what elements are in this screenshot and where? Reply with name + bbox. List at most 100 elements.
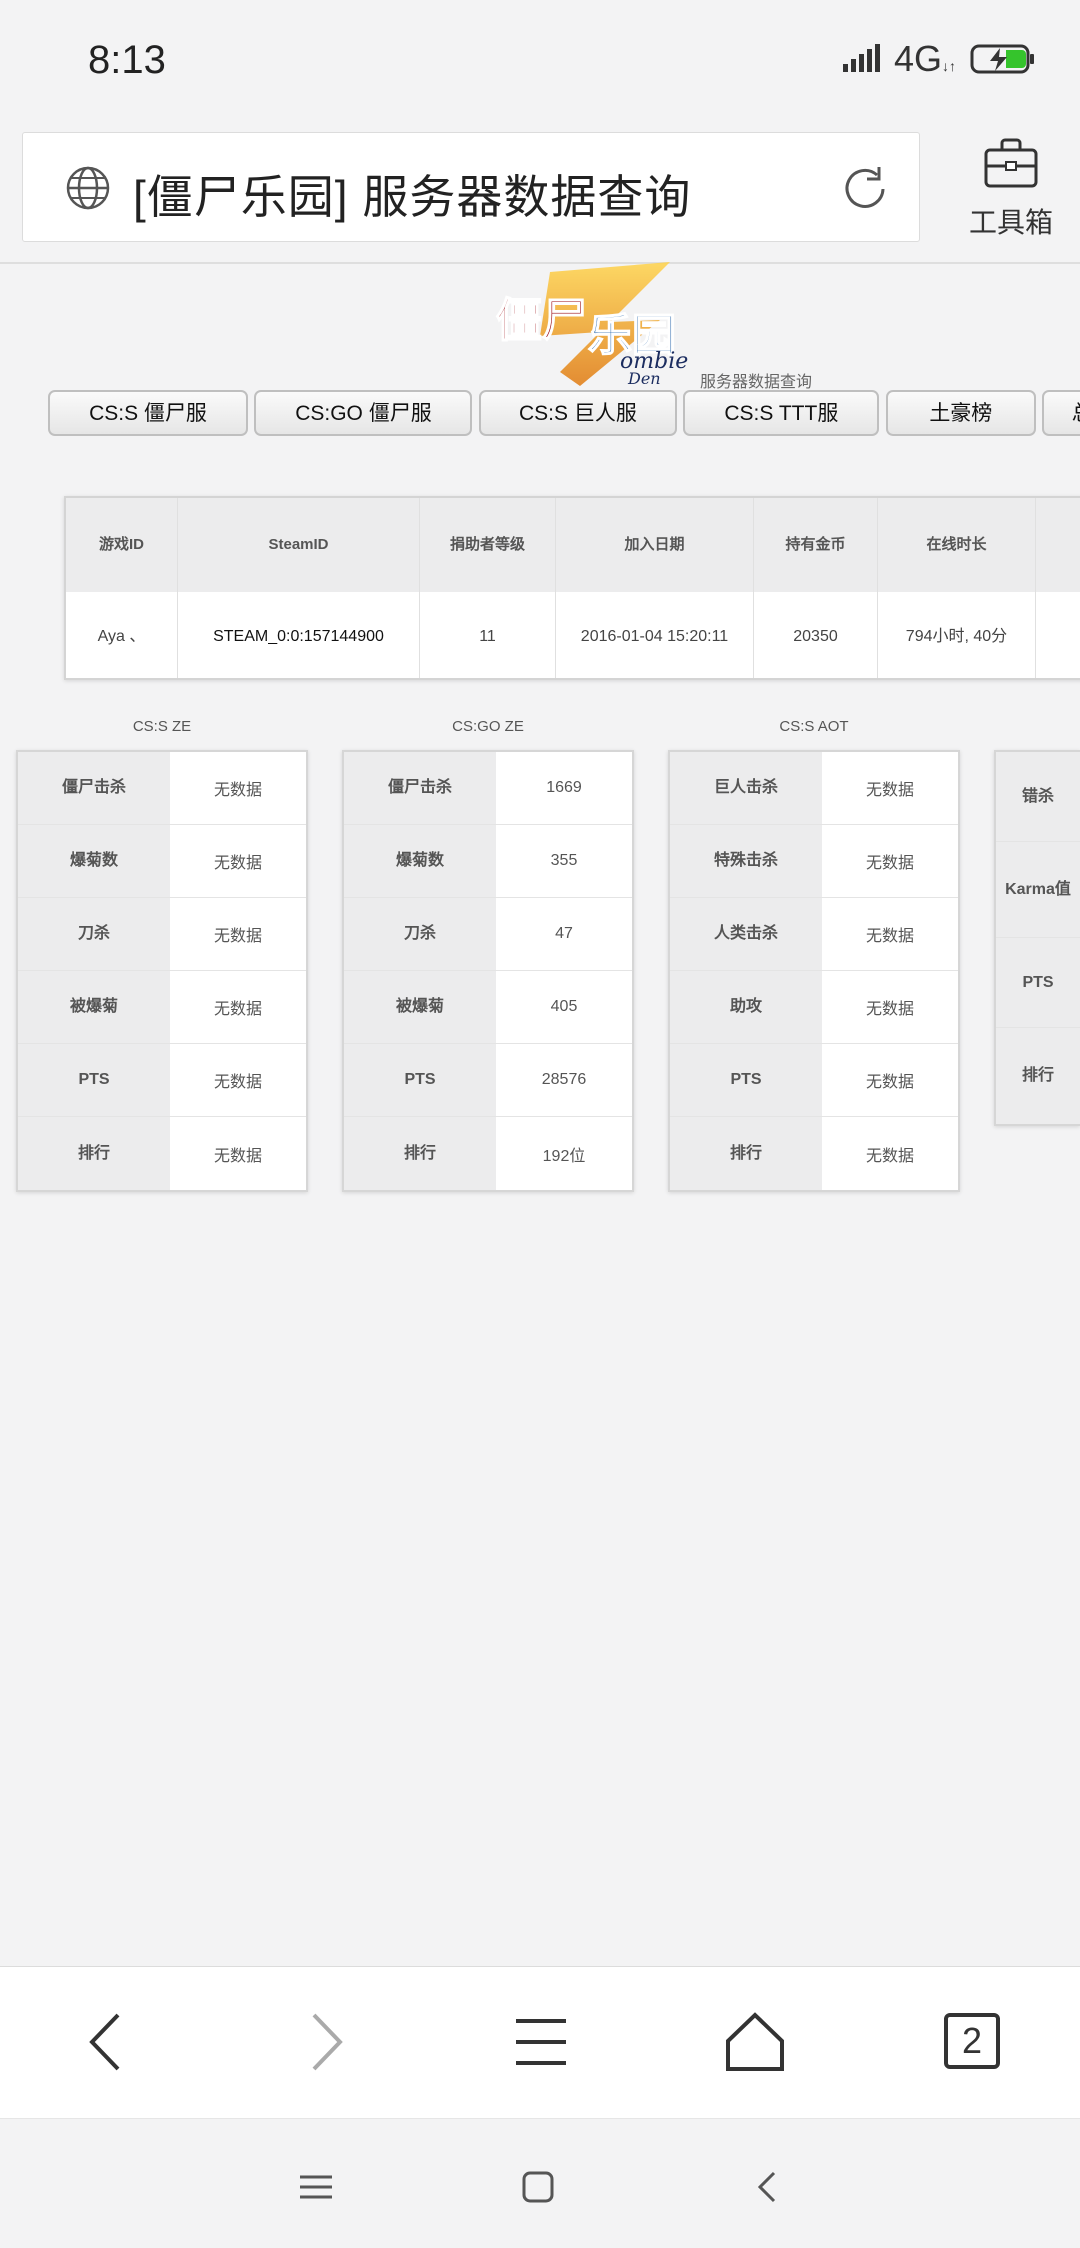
stat-value: 无数据 — [213, 855, 262, 872]
stats-row: 被爆菊 无数据 — [18, 971, 306, 1044]
tab-rich-list[interactable]: 土豪榜 — [885, 390, 1036, 436]
stat-label: 爆菊数 — [344, 825, 496, 897]
system-home-icon[interactable] — [518, 2167, 558, 2207]
status-time: 8:13 — [88, 38, 166, 82]
stats-row: 排行 无数据 — [18, 1117, 306, 1190]
stats-title-csgo-ze: CS:GO ZE — [452, 718, 524, 735]
system-nav-bar — [0, 2118, 1080, 2248]
stat-label: 巨人击杀 — [670, 752, 822, 824]
page-title: [僵尸乐园] 服务器数据查询 — [133, 171, 692, 223]
tab-count: 2 — [961, 2020, 983, 2061]
stats-row: 僵尸击杀 无数据 — [18, 752, 306, 825]
stat-label: PTS — [996, 938, 1080, 1027]
header-steamid: SteamID — [178, 498, 420, 592]
header-coins: 持有金币 — [754, 498, 878, 592]
stat-label: 刀杀 — [18, 898, 170, 970]
stat-label: PTS — [344, 1044, 496, 1116]
stats-row: 爆菊数 无数据 — [18, 825, 306, 898]
stats-row: 刀杀 无数据 — [18, 898, 306, 971]
tab-css-titan[interactable]: CS:S 巨人服 — [478, 390, 677, 436]
stat-label: 刀杀 — [344, 898, 496, 970]
system-back-icon[interactable] — [748, 2167, 788, 2207]
globe-icon — [66, 166, 110, 210]
header-online-time: 在线时长 — [878, 498, 1036, 592]
stats-row: PTS 无数据 — [670, 1044, 958, 1117]
stats-row: 排行 — [996, 1028, 1080, 1124]
stat-label: 排行 — [670, 1117, 822, 1190]
cell-coins: 20350 — [754, 592, 878, 678]
stat-label: 僵尸击杀 — [344, 752, 496, 824]
address-bar[interactable]: [僵尸乐园] 服务器数据查询 — [22, 132, 920, 242]
toolbox-label: 工具箱 — [968, 207, 1053, 238]
recent-apps-icon[interactable] — [296, 2167, 336, 2207]
stat-label: 爆菊数 — [18, 825, 170, 897]
stat-value: 无数据 — [865, 928, 914, 945]
stats-row: PTS 无数据 — [18, 1044, 306, 1117]
header-game-id: 游戏ID — [66, 498, 178, 592]
stat-value: 192位 — [542, 1147, 586, 1165]
tab-css-zombie[interactable]: CS:S 僵尸服 — [48, 390, 248, 436]
stats-row: Karma值 — [996, 842, 1080, 938]
reload-icon[interactable] — [839, 163, 891, 215]
stat-value: 无数据 — [865, 1074, 914, 1091]
stats-row: 助攻 无数据 — [670, 971, 958, 1044]
stat-value: 无数据 — [865, 1001, 914, 1018]
stat-value: 无数据 — [213, 1074, 262, 1091]
logo-subtitle: 服务器数据查询 — [700, 374, 813, 391]
toolbox-icon — [984, 138, 1038, 188]
forward-icon[interactable] — [290, 2007, 360, 2077]
tab-css-ttt[interactable]: CS:S TTT服 — [683, 390, 880, 436]
stat-value: 1669 — [546, 779, 582, 796]
stat-label: 助攻 — [670, 971, 822, 1043]
stat-value: 无数据 — [865, 855, 914, 872]
stats-row: 排行 无数据 — [670, 1117, 958, 1190]
cell-steamid: STEAM_0:0:157144900 — [178, 592, 420, 678]
tabs-button[interactable]: 2 — [936, 2007, 1006, 2077]
tab-total[interactable]: 总 — [1042, 390, 1080, 436]
stats-row: 巨人击杀 无数据 — [670, 752, 958, 825]
header-more — [1036, 498, 1080, 592]
stat-value: 无数据 — [213, 1147, 262, 1165]
header-join-date: 加入日期 — [556, 498, 754, 592]
toolbox-button[interactable]: 工具箱 — [956, 134, 1066, 244]
stats-row: 特殊击杀 无数据 — [670, 825, 958, 898]
stats-title-css-aot: CS:S AOT — [779, 718, 849, 735]
back-icon[interactable] — [72, 2007, 142, 2077]
stats-row: 刀杀 47 — [344, 898, 632, 971]
stat-label: PTS — [18, 1044, 170, 1116]
stats-card-css-aot: 巨人击杀 无数据 特殊击杀 无数据 人类击杀 无数据 助攻 无数据 PTS 无数据 排行无… — [668, 750, 960, 1192]
stats-row: 人类击杀 无数据 — [670, 898, 958, 971]
tab-csgo-zombie[interactable]: CS:GO 僵尸服 — [254, 390, 473, 436]
stat-label: PTS — [670, 1044, 822, 1116]
cell-more — [1036, 592, 1080, 678]
stat-value: 无数据 — [213, 1001, 262, 1018]
stat-value: 无数据 — [865, 1147, 914, 1165]
cell-donor-level: 11 — [420, 592, 556, 678]
status-bar: 8:13 4G↓↑ — [0, 0, 1080, 120]
menu-icon[interactable] — [506, 2007, 576, 2077]
stat-label: 僵尸击杀 — [18, 752, 170, 824]
cell-online-time: 794小时, 40分 — [878, 592, 1036, 678]
stats-row: PTS — [996, 938, 1080, 1028]
stat-label: Karma值 — [996, 842, 1080, 937]
stats-row: 爆菊数 355 — [344, 825, 632, 898]
stats-row: 被爆菊 405 — [344, 971, 632, 1044]
table-header: 游戏ID SteamID 捐助者等级 加入日期 持有金币 在线时长 — [66, 498, 1080, 592]
stat-value: 无数据 — [213, 782, 262, 799]
svg-text:僵尸: 僵尸 — [496, 293, 588, 347]
stat-label: 排行 — [344, 1117, 496, 1190]
stat-label: 被爆菊 — [18, 971, 170, 1043]
stats-row: 排行 192位 — [344, 1117, 632, 1190]
stat-value: 无数据 — [213, 928, 262, 945]
cell-join-date: 2016-01-04 15:20:11 — [556, 592, 754, 678]
stat-value: 47 — [555, 925, 573, 942]
battery-charging-icon — [970, 44, 1034, 74]
browser-bottom-nav: 2 — [0, 1966, 1080, 2118]
stats-row: 僵尸击杀 1669 — [344, 752, 632, 825]
player-profile-table: 游戏ID SteamID 捐助者等级 加入日期 持有金币 在线时长 Aya 、 … — [64, 496, 1080, 680]
signal-icon — [843, 44, 880, 72]
stats-row: PTS 28576 — [344, 1044, 632, 1117]
server-tabs: CS:S 僵尸服 CS:GO 僵尸服 CS:S 巨人服 CS:S TTT服 土豪… — [48, 390, 1080, 438]
network-type: 4G↓↑ — [894, 38, 957, 79]
home-icon[interactable] — [720, 2007, 790, 2077]
